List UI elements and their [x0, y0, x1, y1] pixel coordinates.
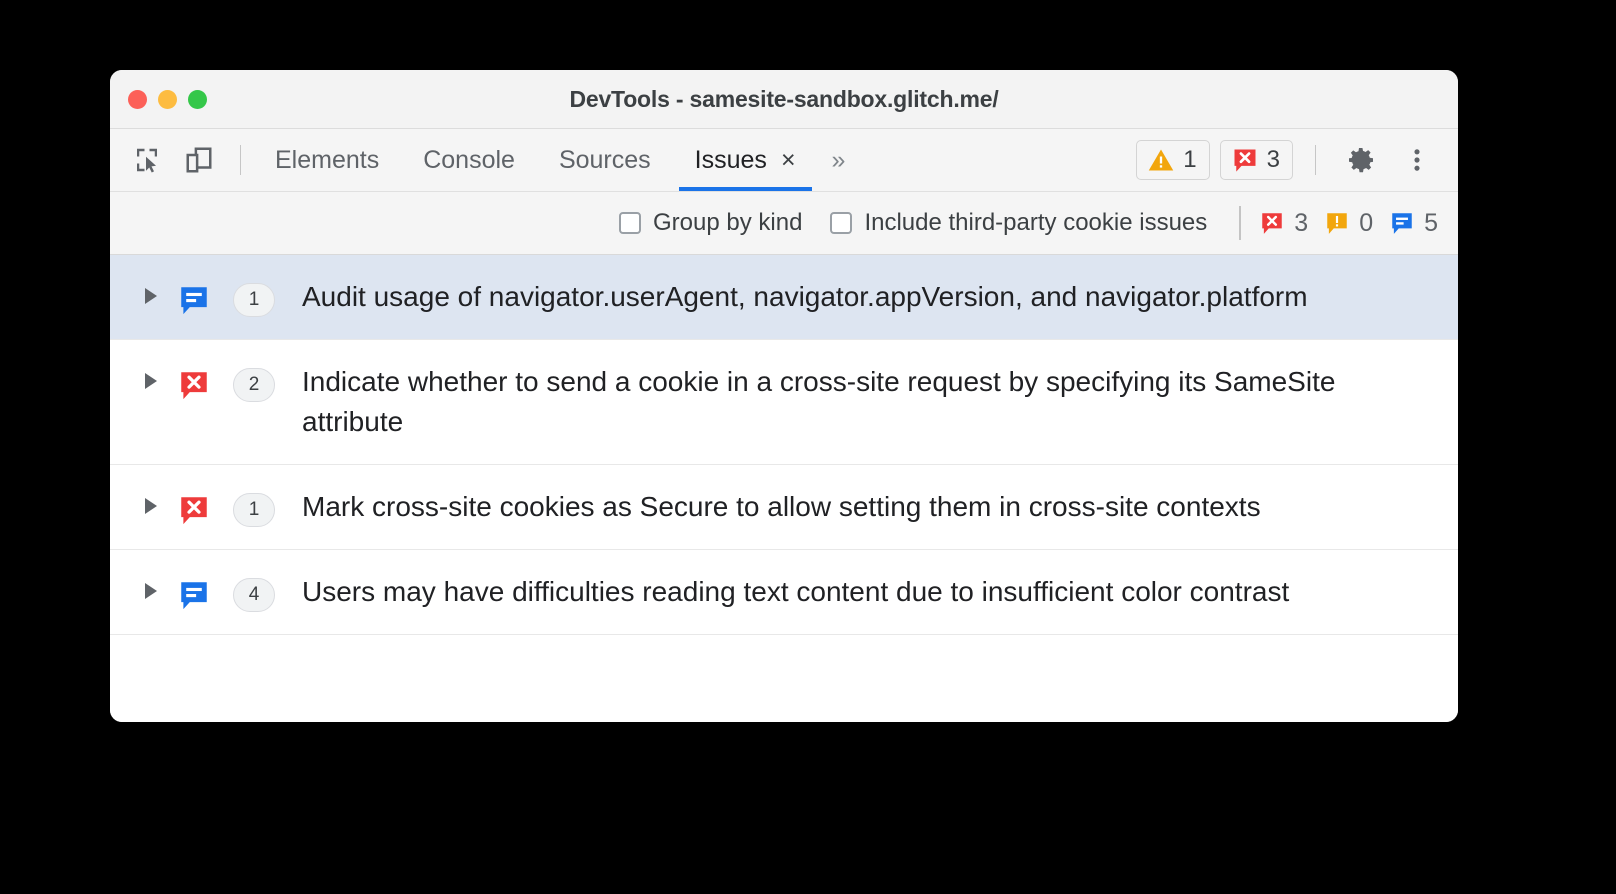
- issue-kind-icon-wrap: [174, 277, 214, 317]
- issue-count-badge-wrap: 1: [228, 277, 280, 317]
- issue-title: Indicate whether to send a cookie in a c…: [302, 366, 1336, 437]
- toolbar-divider-2: [1315, 145, 1316, 175]
- device-toolbar-button[interactable]: [176, 137, 222, 183]
- issues-filter-bar: Group by kind Include third-party cookie…: [110, 192, 1458, 255]
- group-by-kind-checkbox[interactable]: Group by kind: [619, 209, 802, 237]
- device-toolbar-icon: [186, 147, 212, 173]
- issue-count-badge: 1: [233, 283, 275, 317]
- issue-title: Mark cross-site cookies as Secure to all…: [302, 490, 1261, 522]
- info-bubble-icon: [181, 287, 207, 315]
- issue-row[interactable]: 1 Audit usage of navigator.userAgent, na…: [110, 255, 1458, 340]
- third-party-cookie-label: Include third-party cookie issues: [864, 209, 1208, 236]
- traffic-lights: [128, 89, 207, 109]
- tab-sources-label: Sources: [558, 145, 651, 174]
- issue-title: Users may have difficulties reading text…: [302, 575, 1290, 607]
- filter-divider: [1239, 206, 1242, 240]
- window-title: DevTools - samesite-sandbox.glitch.me/: [569, 85, 999, 112]
- issue-warning-count-value: 0: [1359, 208, 1374, 237]
- issue-kind-icon-wrap: [174, 487, 214, 527]
- issue-count-badge-wrap: 2: [228, 362, 280, 402]
- toolbar-divider: [240, 145, 241, 175]
- issue-row[interactable]: 1 Mark cross-site cookies as Secure to a…: [110, 465, 1458, 550]
- panel-tabs: Elements Console Sources Issues × »: [253, 129, 1136, 191]
- issues-list: 1 Audit usage of navigator.userAgent, na…: [110, 255, 1458, 722]
- expand-toggle[interactable]: [128, 277, 174, 304]
- info-bubble-icon: [1392, 213, 1412, 234]
- tab-console-label: Console: [423, 145, 515, 174]
- issue-warning-counter: 0: [1324, 209, 1373, 238]
- issue-info-counter: 5: [1389, 209, 1438, 238]
- more-options-button[interactable]: [1394, 137, 1440, 183]
- tabbar-right-tools: 1 3: [1136, 129, 1440, 191]
- issue-count-badge-wrap: 4: [228, 572, 280, 612]
- warning-triangle-icon: [1149, 149, 1174, 171]
- chevron-right-icon: [145, 288, 157, 304]
- error-bubble-icon: [1234, 149, 1256, 172]
- chevron-right-icon: [145, 497, 157, 514]
- devtools-tabbar: Elements Console Sources Issues × » 1 3: [110, 129, 1458, 192]
- expand-toggle[interactable]: [128, 362, 174, 389]
- gear-icon: [1349, 148, 1374, 173]
- chevron-right-icon: [145, 373, 157, 389]
- expand-toggle[interactable]: [128, 487, 174, 514]
- tab-issues[interactable]: Issues ×: [673, 129, 818, 191]
- warning-count-value: 1: [1183, 146, 1197, 173]
- third-party-cookie-checkbox[interactable]: Include third-party cookie issues: [830, 209, 1207, 237]
- warning-bubble-icon: [1327, 213, 1347, 234]
- issue-count-badge: 2: [233, 368, 275, 402]
- tab-console[interactable]: Console: [401, 129, 537, 191]
- error-bubble-icon: [181, 496, 207, 524]
- expand-toggle[interactable]: [128, 572, 174, 599]
- tabbar-left-tools: [124, 129, 253, 191]
- issue-info-count-value: 5: [1424, 208, 1438, 237]
- settings-button[interactable]: [1338, 137, 1384, 183]
- third-party-cookie-box[interactable]: [830, 212, 853, 234]
- tab-elements[interactable]: Elements: [253, 129, 401, 191]
- error-bubble-icon: [181, 372, 207, 400]
- issue-count-badge: 1: [233, 492, 275, 527]
- window-titlebar: DevTools - samesite-sandbox.glitch.me/: [110, 70, 1458, 129]
- close-icon[interactable]: ×: [781, 147, 796, 173]
- tab-issues-label: Issues: [694, 145, 767, 174]
- inspect-element-icon: [137, 148, 157, 173]
- issue-row[interactable]: 4 Users may have difficulties reading te…: [110, 550, 1458, 635]
- issue-error-counter: 3: [1259, 209, 1308, 238]
- error-bubble-icon: [1262, 213, 1283, 234]
- warning-count-button[interactable]: 1: [1136, 140, 1210, 180]
- issue-title: Audit usage of navigator.userAgent, navi…: [302, 281, 1308, 312]
- tab-elements-label: Elements: [275, 145, 380, 174]
- group-by-kind-box[interactable]: [619, 212, 642, 234]
- close-button[interactable]: [128, 89, 147, 109]
- issue-count-badge: 4: [233, 577, 275, 612]
- devtools-window: DevTools - samesite-sandbox.glitch.me/ E…: [110, 70, 1458, 722]
- issue-error-count-value: 3: [1294, 208, 1309, 237]
- group-by-kind-label: Group by kind: [653, 209, 803, 236]
- issue-count-badge-wrap: 1: [228, 487, 280, 527]
- issue-row[interactable]: 2 Indicate whether to send a cookie in a…: [110, 340, 1458, 465]
- maximize-button[interactable]: [188, 89, 207, 109]
- issue-kind-icon-wrap: [174, 362, 214, 402]
- tab-sources[interactable]: Sources: [537, 129, 673, 191]
- issue-kind-icon-wrap: [174, 572, 214, 612]
- info-bubble-icon: [181, 581, 207, 609]
- more-tabs-button[interactable]: »: [818, 129, 860, 191]
- error-count-button[interactable]: 3: [1219, 140, 1293, 180]
- inspect-element-button[interactable]: [124, 137, 170, 183]
- minimize-button[interactable]: [158, 89, 177, 109]
- chevron-right-icon: [145, 582, 157, 599]
- kebab-menu-icon: [1414, 149, 1420, 171]
- error-count-value: 3: [1266, 146, 1280, 173]
